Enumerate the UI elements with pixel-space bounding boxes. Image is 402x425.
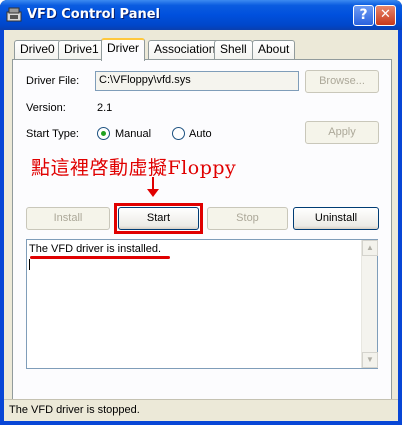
driver-file-field[interactable]: C:\VFloppy\vfd.sys bbox=[95, 71, 299, 91]
driver-file-label: Driver File: bbox=[26, 75, 80, 87]
tab-driver[interactable]: Driver bbox=[101, 38, 145, 61]
uninstall-button[interactable]: Uninstall bbox=[293, 207, 379, 230]
tab-association[interactable]: Association bbox=[148, 40, 222, 59]
log-text-underline bbox=[30, 256, 170, 259]
browse-button[interactable]: Browse... bbox=[305, 70, 379, 93]
start-type-label: Start Type: bbox=[26, 128, 79, 140]
scroll-down-icon[interactable]: ▼ bbox=[362, 352, 378, 368]
tab-about[interactable]: About bbox=[252, 40, 296, 59]
window-frame-bottom bbox=[0, 421, 402, 425]
close-button[interactable]: ✕ bbox=[375, 5, 396, 26]
app-icon bbox=[6, 7, 22, 22]
version-label: Version: bbox=[26, 102, 66, 114]
tab-shell[interactable]: Shell bbox=[214, 40, 253, 59]
auto-radio-label[interactable]: Auto bbox=[189, 128, 212, 140]
annotation-text: 點這裡啓動虛擬Floppy bbox=[31, 157, 237, 179]
help-button[interactable]: ? bbox=[353, 5, 374, 26]
text-caret bbox=[29, 259, 30, 270]
version-value: 2.1 bbox=[97, 102, 113, 114]
title-bar[interactable]: VFD Control Panel ? ✕ bbox=[0, 0, 402, 30]
manual-radio[interactable] bbox=[97, 127, 110, 140]
annotation-arrow-head bbox=[147, 189, 159, 197]
manual-radio-label[interactable]: Manual bbox=[115, 128, 151, 140]
apply-button[interactable]: Apply bbox=[305, 121, 379, 144]
install-button[interactable]: Install bbox=[26, 207, 110, 230]
log-scrollbar[interactable]: ▲ ▼ bbox=[361, 240, 378, 368]
log-text: The VFD driver is installed. bbox=[29, 243, 162, 255]
window-frame-right bbox=[398, 30, 402, 425]
scroll-up-icon[interactable]: ▲ bbox=[362, 240, 378, 256]
start-button-highlight bbox=[114, 203, 203, 234]
status-bar: The VFD driver is stopped. bbox=[4, 399, 398, 421]
vfd-control-panel-window: VFD Control Panel ? ✕ Drive0 Drive1 Driv… bbox=[0, 0, 402, 425]
window-title: VFD Control Panel bbox=[27, 7, 161, 22]
tab-drive0[interactable]: Drive0 bbox=[14, 40, 61, 59]
stop-button[interactable]: Stop bbox=[207, 207, 288, 230]
auto-radio[interactable] bbox=[172, 127, 185, 140]
tab-drive1[interactable]: Drive1 bbox=[58, 40, 105, 59]
status-text: The VFD driver is stopped. bbox=[9, 404, 140, 416]
